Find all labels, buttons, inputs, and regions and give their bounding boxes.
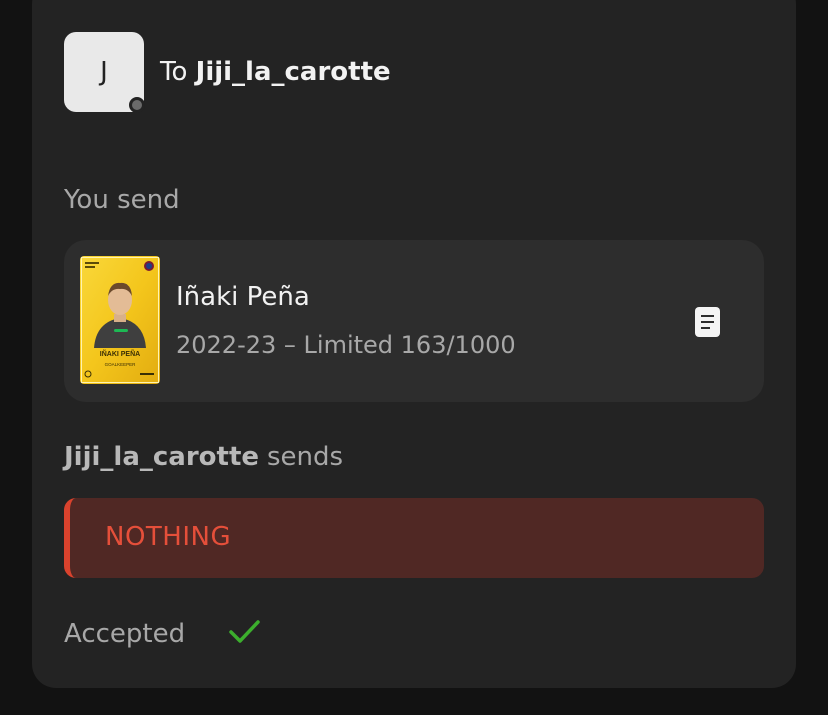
online-status-dot <box>129 97 145 113</box>
document-icon[interactable] <box>695 307 720 337</box>
nothing-label: NOTHING <box>105 522 232 552</box>
card-details: 2022-23 – Limited 163/1000 <box>176 331 516 359</box>
sent-card-item[interactable]: IÑAKI PEÑA GOALKEEPER Iñaki Peña 2022-23… <box>64 240 764 402</box>
sends-verb: sends <box>267 442 344 472</box>
player-name: Iñaki Peña <box>176 282 310 312</box>
to-prefix: To <box>160 57 188 87</box>
you-send-label: You send <box>64 185 180 215</box>
card-position: GOALKEEPER <box>105 362 137 367</box>
status-label: Accepted <box>64 619 186 649</box>
recipient-username[interactable]: Jiji_la_carotte <box>196 57 391 87</box>
they-send-line: Jiji_la_carotte sends <box>64 440 343 474</box>
sender-username[interactable]: Jiji_la_carotte <box>64 442 259 472</box>
nothing-offer-box: NOTHING <box>64 498 764 578</box>
check-icon <box>229 620 260 643</box>
player-card-image[interactable]: IÑAKI PEÑA GOALKEEPER <box>80 256 160 384</box>
card-player-name: IÑAKI PEÑA <box>100 349 140 358</box>
avatar-letter: J <box>100 57 108 87</box>
recipient-line: To Jiji_la_carotte <box>160 55 391 89</box>
